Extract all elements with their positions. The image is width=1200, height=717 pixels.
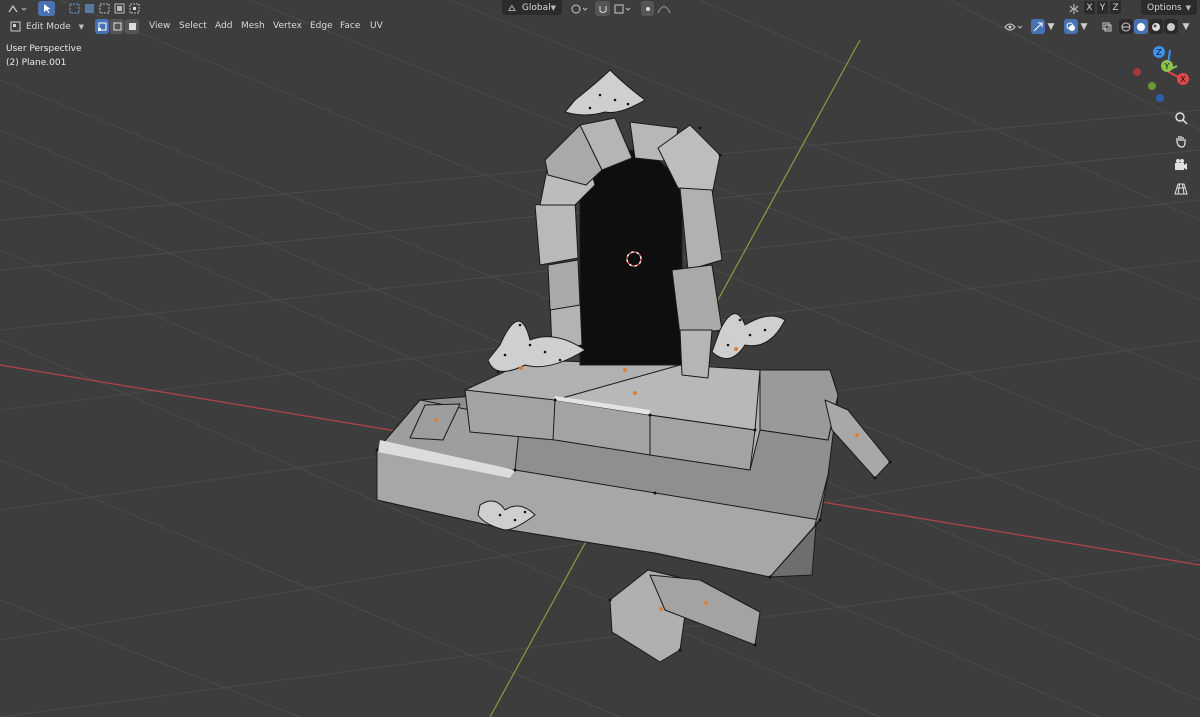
gizmo-axis-z[interactable]: Z bbox=[1153, 46, 1165, 58]
gizmo-neg-y[interactable] bbox=[1148, 82, 1156, 90]
menu-mesh[interactable]: Mesh bbox=[241, 21, 265, 31]
snap-target-icon[interactable] bbox=[611, 1, 635, 16]
shading-solid-icon[interactable] bbox=[1134, 19, 1148, 34]
menu-face[interactable]: Face bbox=[340, 21, 360, 31]
options-label: Options bbox=[1147, 2, 1182, 13]
mirror-icon[interactable] bbox=[1066, 1, 1082, 16]
gizmo-label-z: Z bbox=[1156, 48, 1162, 57]
mode-label: Edit Mode bbox=[26, 21, 71, 32]
top-header: Global ▼ X Y Z Options ▼ bbox=[0, 0, 1200, 16]
mirror-axis-y[interactable]: Y bbox=[1097, 1, 1108, 14]
viewport-header: Edit Mode ▼ View Select Add Mesh Vertex … bbox=[0, 17, 1200, 37]
menu-view[interactable]: View bbox=[149, 21, 170, 31]
mirror-axis-z[interactable]: Z bbox=[1110, 1, 1121, 14]
mirror-axis-x[interactable]: X bbox=[1084, 1, 1095, 14]
gizmo-axis-x[interactable]: X bbox=[1177, 73, 1189, 85]
camera-icon[interactable] bbox=[1171, 155, 1191, 175]
hand-pan-icon[interactable] bbox=[1171, 131, 1191, 151]
perspective-grid-icon[interactable] bbox=[1171, 179, 1191, 199]
shading-wireframe-icon[interactable] bbox=[1119, 19, 1133, 34]
falloff-curve-icon[interactable] bbox=[655, 1, 673, 16]
chevron-down-icon: ▼ bbox=[1185, 3, 1191, 12]
pivot-point-icon[interactable] bbox=[568, 1, 592, 16]
select-box-invert-icon[interactable] bbox=[112, 1, 126, 16]
view-name: User Perspective bbox=[6, 44, 82, 54]
proportional-edit-icon[interactable] bbox=[641, 1, 654, 16]
menu-edge[interactable]: Edge bbox=[310, 21, 333, 31]
overlays-toggle-icon[interactable] bbox=[1064, 19, 1078, 34]
zoom-icon[interactable] bbox=[1171, 108, 1191, 128]
shading-dropdown-icon[interactable]: ▼ bbox=[1181, 19, 1191, 34]
shading-material-icon[interactable] bbox=[1149, 19, 1163, 34]
menu-uv[interactable]: UV bbox=[370, 21, 383, 31]
vertex-select-icon[interactable] bbox=[95, 19, 109, 34]
xray-toggle-icon[interactable] bbox=[1100, 19, 1114, 34]
transform-orientation-dropdown[interactable]: Global ▼ bbox=[502, 0, 562, 15]
orientation-label: Global bbox=[521, 2, 551, 13]
gizmo-axis-y[interactable]: Y bbox=[1161, 60, 1173, 72]
visibility-icon[interactable] bbox=[1002, 19, 1026, 34]
navigation-gizmo[interactable]: Z Y X bbox=[1125, 42, 1195, 112]
face-select-icon[interactable] bbox=[125, 19, 139, 34]
shading-rendered-icon[interactable] bbox=[1164, 19, 1178, 34]
mode-dropdown[interactable]: Edit Mode ▼ bbox=[20, 19, 90, 34]
gizmo-toggle-icon[interactable] bbox=[1031, 19, 1045, 34]
gizmo-label-x: X bbox=[1180, 75, 1186, 84]
snap-toggle-icon[interactable] bbox=[595, 1, 610, 16]
active-object-name: (2) Plane.001 bbox=[6, 58, 67, 68]
edge-select-icon[interactable] bbox=[110, 19, 124, 34]
menu-vertex[interactable]: Vertex bbox=[273, 21, 302, 31]
object-interaction-icon[interactable] bbox=[4, 1, 30, 16]
overlays-dropdown-icon[interactable]: ▼ bbox=[1079, 19, 1089, 34]
select-cursor-icon[interactable] bbox=[38, 1, 55, 16]
3d-viewport[interactable] bbox=[0, 0, 1200, 717]
select-box-intersect-icon[interactable] bbox=[127, 1, 141, 16]
orientation-globe-icon bbox=[508, 4, 516, 11]
gizmo-label-y: Y bbox=[1164, 62, 1170, 71]
gizmo-neg-z[interactable] bbox=[1156, 94, 1164, 102]
menu-select[interactable]: Select bbox=[179, 21, 207, 31]
options-dropdown[interactable]: Options ▼ bbox=[1141, 0, 1197, 15]
gizmo-neg-x[interactable] bbox=[1133, 68, 1141, 76]
select-box-new-icon[interactable] bbox=[67, 1, 81, 16]
gizmo-dropdown-icon[interactable]: ▼ bbox=[1046, 19, 1056, 34]
select-box-extend-icon[interactable] bbox=[82, 1, 96, 16]
chevron-down-icon: ▼ bbox=[550, 3, 556, 12]
chevron-down-icon: ▼ bbox=[78, 22, 84, 31]
menu-add[interactable]: Add bbox=[215, 21, 232, 31]
select-box-subtract-icon[interactable] bbox=[97, 1, 111, 16]
